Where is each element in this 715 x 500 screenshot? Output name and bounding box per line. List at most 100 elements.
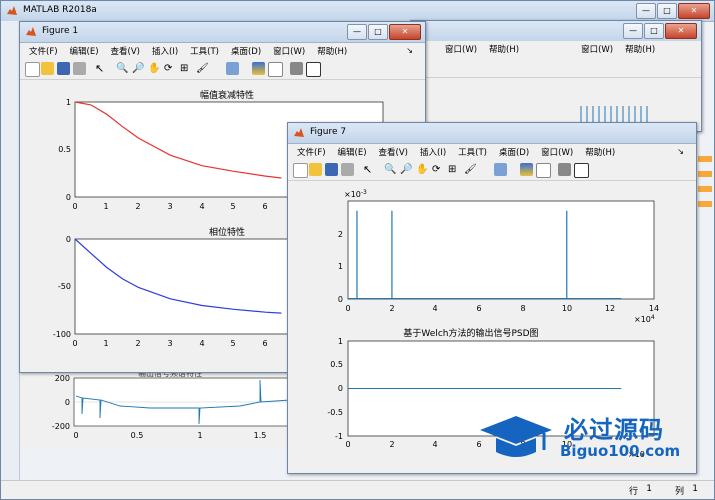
open-file-icon[interactable] [41, 62, 54, 75]
plot2-xtick-2: 2 [135, 339, 140, 348]
legend-icon[interactable] [536, 163, 551, 178]
top-ytick-1: 1 [338, 262, 343, 271]
plot1-xtick-1: 1 [103, 202, 108, 211]
save-icon[interactable] [57, 62, 70, 75]
figure7-menu-view[interactable]: 查看(V) [373, 144, 414, 160]
select-arrow-icon[interactable]: ↖ [363, 163, 376, 176]
top-xtick-0: 0 [345, 304, 350, 313]
figure1-title: Figure 1 [42, 26, 79, 36]
zoom-out-icon[interactable]: 🔎 [400, 163, 413, 176]
plot2-xtick-4: 4 [199, 339, 204, 348]
show-plot-tools-icon[interactable] [306, 62, 321, 77]
figure1-menu-edit[interactable]: 编辑(E) [64, 43, 105, 59]
top-ytick-2: 2 [338, 230, 343, 239]
plot2-ytick-0: 0 [66, 235, 71, 244]
figure-icon [26, 27, 36, 36]
link-plot-icon[interactable] [226, 62, 239, 75]
brush-icon[interactable]: 🖌 [196, 62, 209, 75]
figure7-menu-tools[interactable]: 工具(T) [452, 144, 493, 160]
figure1-minimize-button[interactable]: — [347, 24, 367, 40]
brush-icon[interactable]: 🖌 [464, 163, 477, 176]
data-cursor-icon[interactable]: ⊞ [180, 62, 193, 75]
bg-maximize-button[interactable]: □ [644, 23, 664, 39]
data-cursor-icon[interactable]: ⊞ [448, 163, 461, 176]
open-file-icon[interactable] [309, 163, 322, 176]
bg-menu-help-2[interactable]: 帮助(H) [619, 41, 661, 57]
figure1-menu-desktop[interactable]: 桌面(D) [225, 43, 267, 59]
figure7-dock-icon[interactable]: ↘ [671, 145, 690, 158]
main-statusbar: 行 1 列 1 [1, 480, 714, 499]
plot1-xtick-0: 0 [72, 202, 77, 211]
hide-plot-tools-icon[interactable] [558, 163, 571, 176]
plot1-xtick-6: 6 [262, 202, 267, 211]
zoom-in-icon[interactable]: 🔍 [116, 62, 129, 75]
new-figure-icon[interactable] [293, 163, 308, 178]
bottom-spectrum-plot: 输出信号频谱特性 200 0 -200 0 0.5 1 1.5 [52, 368, 291, 440]
close-button[interactable]: ✕ [678, 3, 710, 19]
figure1-menu-file[interactable]: 文件(F) [23, 43, 64, 59]
maximize-button[interactable]: □ [657, 3, 677, 19]
matlab-logo-icon [7, 6, 17, 15]
bottom-ytick-05: 0.5 [330, 360, 343, 369]
figure7-menu-desktop[interactable]: 桌面(D) [493, 144, 535, 160]
bg-menubar: 窗口(W) 帮助(H) 窗口(W) 帮助(H) [411, 41, 701, 57]
psd-top-axes [347, 200, 655, 300]
main-titlebar: MATLAB R2018a — □ ✕ [1, 1, 714, 22]
bottom-xtick-3: 1.5 [254, 431, 267, 440]
figure1-menu-view[interactable]: 查看(V) [105, 43, 146, 59]
bg-close-button[interactable]: ✕ [665, 23, 697, 39]
figure7-menu-edit[interactable]: 编辑(E) [332, 144, 373, 160]
save-icon[interactable] [325, 163, 338, 176]
figure1-menu-tools[interactable]: 工具(T) [184, 43, 225, 59]
top-y-exponent: ×10-3 [344, 189, 367, 199]
rotate-icon[interactable]: ⟳ [164, 62, 177, 75]
bottom-ytick-2: -200 [52, 422, 70, 431]
figure7-menubar: 文件(F) 编辑(E) 查看(V) 插入(I) 工具(T) 桌面(D) 窗口(W… [288, 144, 696, 160]
bottom-ytick-m05: -0.5 [327, 408, 343, 417]
hide-plot-tools-icon[interactable] [290, 62, 303, 75]
link-plot-icon[interactable] [494, 163, 507, 176]
watermark-url: Biguo100.com [560, 442, 681, 460]
figure1-menu-insert[interactable]: 插入(I) [146, 43, 184, 59]
status-row-value: 1 [646, 484, 652, 494]
zoom-in-icon[interactable]: 🔍 [384, 163, 397, 176]
bottom-spectrum-panel: 输出信号频谱特性 200 0 -200 0 0.5 1 1.5 [20, 368, 291, 450]
bottom-ytick-1: 1 [338, 337, 343, 346]
bottom-psd-title: 基于Welch方法的输出信号PSD图 [403, 327, 538, 339]
bg-menu-window-2[interactable]: 窗口(W) [575, 41, 619, 57]
figure1-toolbar: ↖ 🔍 🔎 ✋ ⟳ ⊞ 🖌 [20, 59, 425, 80]
new-figure-icon[interactable] [25, 62, 40, 77]
print-icon[interactable] [341, 163, 354, 176]
show-plot-tools-icon[interactable] [574, 163, 589, 178]
figure7-menu-window[interactable]: 窗口(W) [535, 144, 579, 160]
rotate-icon[interactable]: ⟳ [432, 163, 445, 176]
figure7-menu-insert[interactable]: 插入(I) [414, 144, 452, 160]
plot2-xtick-5: 5 [230, 339, 235, 348]
top-xtick-6: 6 [476, 304, 481, 313]
figure7-menu-file[interactable]: 文件(F) [291, 144, 332, 160]
figure7-toolbar: ↖ 🔍 🔎 ✋ ⟳ ⊞ 🖌 [288, 160, 696, 181]
pan-hand-icon[interactable]: ✋ [416, 163, 429, 176]
figure7-menu-help[interactable]: 帮助(H) [579, 144, 621, 160]
zoom-out-icon[interactable]: 🔎 [132, 62, 145, 75]
background-figure-titlebar: — □ ✕ [411, 21, 701, 42]
select-arrow-icon[interactable]: ↖ [95, 62, 108, 75]
minimize-button[interactable]: — [636, 3, 656, 19]
figure1-maximize-button[interactable]: □ [368, 24, 388, 40]
figure1-menu-window[interactable]: 窗口(W) [267, 43, 311, 59]
figure1-close-button[interactable]: ✕ [389, 24, 421, 40]
plot2-xtick-3: 3 [167, 339, 172, 348]
plot1-ytick-05: 0.5 [58, 145, 71, 154]
bg-minimize-button[interactable]: — [623, 23, 643, 39]
bg-menu-window[interactable]: 窗口(W) [439, 41, 483, 57]
print-icon[interactable] [73, 62, 86, 75]
figure1-dock-icon[interactable]: ↘ [400, 44, 419, 57]
figure1-menu-help[interactable]: 帮助(H) [311, 43, 353, 59]
legend-icon[interactable] [268, 62, 283, 77]
bg-menu-help[interactable]: 帮助(H) [483, 41, 525, 57]
bottom-ytick-0: 0 [338, 384, 343, 393]
colorbar-icon[interactable] [252, 62, 265, 75]
colorbar-icon[interactable] [520, 163, 533, 176]
status-col-value: 1 [692, 484, 698, 494]
pan-hand-icon[interactable]: ✋ [148, 62, 161, 75]
